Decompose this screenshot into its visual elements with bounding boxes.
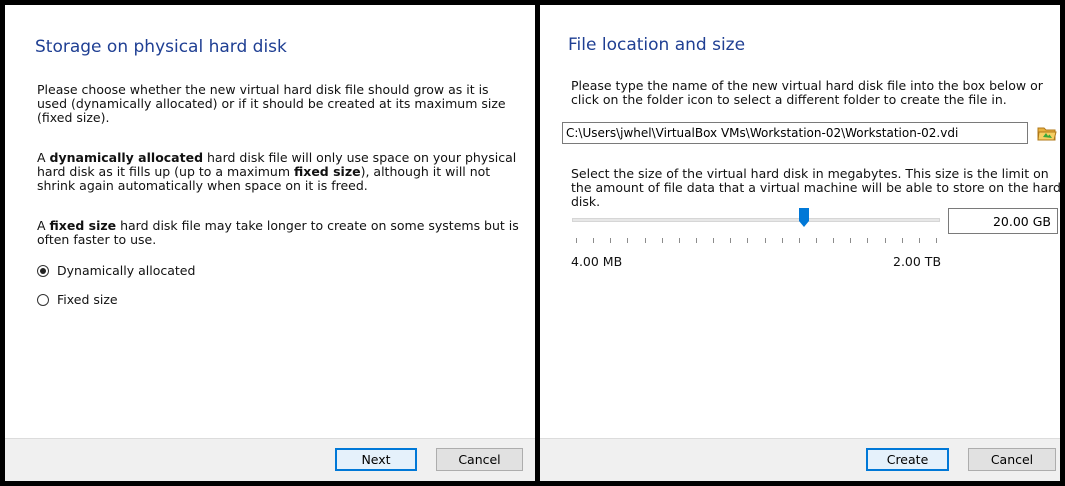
next-button[interactable]: Next	[335, 448, 417, 471]
storage-type-dialog: Storage on physical hard disk Please cho…	[5, 5, 535, 481]
dialog-footer: Create Cancel	[540, 438, 1060, 481]
slider-tick	[644, 238, 646, 243]
slider-tick	[627, 238, 629, 243]
slider-tick	[901, 238, 903, 243]
slider-tick	[798, 238, 800, 243]
slider-tick	[850, 238, 852, 243]
slider-tick	[884, 238, 886, 243]
size-slider-track[interactable]	[572, 218, 940, 222]
text: A	[37, 150, 50, 165]
slider-tick	[918, 238, 920, 243]
dynamic-description: A dynamically allocated hard disk file w…	[37, 151, 522, 193]
max-size-label: 2.00 TB	[893, 254, 942, 269]
page-title: Storage on physical hard disk	[35, 37, 287, 57]
slider-tick	[833, 238, 835, 243]
slider-tick	[593, 238, 595, 243]
bold-text: fixed size	[49, 218, 117, 233]
slider-tick	[730, 238, 732, 243]
intro-text: Please choose whether the new virtual ha…	[37, 82, 506, 125]
fixed-description: A fixed size hard disk file may take lon…	[37, 219, 522, 247]
cancel-button[interactable]: Cancel	[968, 448, 1056, 471]
bold-text: fixed size	[294, 164, 361, 179]
dialog-footer: Next Cancel	[5, 438, 535, 481]
slider-tick	[816, 238, 817, 243]
min-size-label: 4.00 MB	[571, 254, 623, 269]
choose-folder-button[interactable]	[1036, 122, 1058, 144]
radio-dynamically-allocated[interactable]: Dynamically allocated	[37, 263, 195, 278]
folder-icon	[1037, 127, 1057, 141]
file-location-dialog: File location and size Please type the n…	[540, 5, 1060, 481]
size-slider-thumb[interactable]	[798, 208, 809, 228]
radio-label: Fixed size	[57, 292, 118, 307]
page-title: File location and size	[568, 35, 746, 55]
create-button[interactable]: Create	[866, 448, 949, 471]
slider-tick	[661, 238, 663, 243]
slider-tick	[696, 238, 697, 243]
location-instructions: Please type the name of the new virtual …	[571, 78, 1043, 107]
bold-text: dynamically allocated	[49, 150, 204, 165]
slider-tick	[678, 238, 680, 243]
slider-tick	[610, 238, 612, 243]
radio-button[interactable]	[37, 264, 49, 277]
slider-tick	[781, 238, 783, 243]
size-input[interactable]	[948, 208, 1058, 234]
radio-button[interactable]	[37, 293, 49, 306]
slider-tick	[713, 238, 715, 243]
size-instructions: Select the size of the virtual hard disk…	[571, 166, 1060, 209]
radio-fixed-size[interactable]: Fixed size	[37, 292, 118, 307]
slider-tick	[936, 238, 937, 243]
slider-tick	[576, 238, 577, 243]
text: A	[37, 218, 50, 233]
slider-tick	[747, 238, 749, 243]
slider-tick	[764, 238, 766, 243]
cancel-button[interactable]: Cancel	[436, 448, 523, 471]
slider-thumb-icon	[798, 208, 809, 227]
radio-label: Dynamically allocated	[57, 263, 196, 278]
file-path-input[interactable]	[562, 122, 1028, 144]
slider-tick	[867, 238, 869, 243]
